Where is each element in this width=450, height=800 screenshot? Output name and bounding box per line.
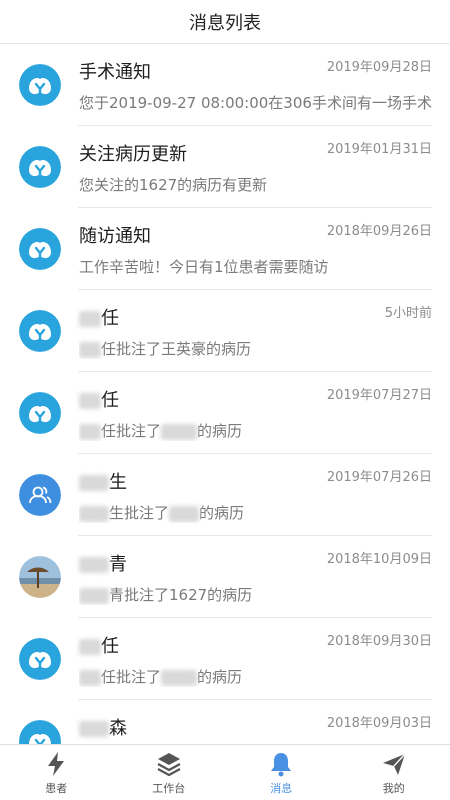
logo-icon (19, 392, 61, 434)
list-item[interactable]: 随访通知 2018年09月26日工作辛苦啦！今日有1位患者需要随访 (0, 208, 450, 290)
tab-bell[interactable]: 消息 (225, 745, 338, 800)
redacted-name (79, 505, 109, 522)
message-time: 2019年07月26日 (326, 470, 432, 485)
message-title-suffix: 森 (109, 718, 127, 739)
message-title: 任 (79, 386, 119, 412)
tab-layers[interactable]: 工作台 (113, 745, 226, 800)
message-title-text: 随访通知 (79, 226, 151, 247)
message-preview-text: 青批注了1627的病历 (109, 586, 253, 604)
message-title-suffix: 生 (109, 472, 127, 493)
message-preview-text: 工作辛苦啦！今日有1位患者需要随访 (79, 258, 329, 276)
redacted-name (79, 669, 101, 686)
top-bar: 消息列表 (0, 0, 450, 44)
redacted-patient (161, 669, 198, 686)
list-item[interactable]: 森 2018年09月03日 (0, 700, 450, 744)
message-preview-tail: 的病历 (197, 668, 243, 686)
message-preview: 生批注了 的病历 (79, 502, 244, 523)
list-item[interactable]: 生 2019年07月26日生批注了 的病历 (0, 454, 450, 536)
message-title: 任 (79, 304, 119, 330)
message-title-suffix: 青 (109, 554, 127, 575)
message-title: 任 (79, 632, 119, 658)
message-preview: 您于2019-09-27 08:00:00在306手术间有一场手术 (79, 92, 432, 113)
message-preview: 青批注了1627的病历 (79, 584, 252, 605)
message-title-text: 手术通知 (79, 62, 151, 83)
message-preview: 任批注了王英豪的病历 (79, 338, 251, 359)
list-item[interactable]: 手术通知 2019年09月28日您于2019-09-27 08:00:00在306… (0, 44, 450, 126)
logo-icon (19, 228, 61, 270)
message-title-suffix: 任 (101, 390, 119, 411)
message-preview-text: 任批注了王英豪的病历 (101, 340, 252, 358)
redacted-name (79, 639, 101, 655)
message-preview: 工作辛苦啦！今日有1位患者需要随访 (79, 256, 329, 277)
redacted-patient (161, 423, 198, 440)
bottom-tab-bar: 患者 工作台 消息 我的 (0, 744, 450, 800)
tab-send[interactable]: 我的 (338, 745, 450, 800)
message-list: 手术通知 2019年09月28日您于2019-09-27 08:00:00在306… (0, 44, 450, 744)
message-title: 生 (79, 468, 127, 494)
redacted-name (79, 587, 109, 604)
message-title-suffix: 任 (101, 636, 119, 657)
message-time: 2019年09月28日 (326, 60, 432, 75)
logo-icon (19, 310, 61, 352)
redacted-patient (169, 505, 200, 522)
logo-icon (19, 146, 61, 188)
person-icon (19, 474, 61, 516)
list-item[interactable]: 青 2018年10月09日青批注了1627的病历 (0, 536, 450, 618)
logo-icon (19, 64, 61, 106)
layers-icon (156, 750, 182, 778)
tab-label: 消息 (270, 781, 293, 795)
message-title: 森 (79, 714, 127, 740)
message-title: 随访通知 (79, 222, 151, 248)
send-icon (381, 750, 407, 778)
message-preview-text: 您关注的1627的病历有更新 (79, 176, 268, 194)
message-time: 2019年07月27日 (326, 388, 432, 403)
message-preview-text: 任批注了 (101, 668, 162, 686)
message-time: 5小时前 (384, 306, 432, 321)
redacted-name (79, 475, 109, 491)
redacted-name (79, 393, 101, 409)
message-time: 2019年01月31日 (326, 142, 432, 157)
redacted-name (79, 423, 101, 440)
page-title: 消息列表 (189, 12, 261, 34)
tab-label: 工作台 (152, 781, 186, 795)
photo-avatar (19, 556, 61, 598)
logo-icon (19, 638, 61, 680)
message-preview-tail: 的病历 (199, 504, 245, 522)
message-preview: 任批注了 的病历 (79, 666, 242, 687)
list-item[interactable]: 任 2019年07月27日任批注了 的病历 (0, 372, 450, 454)
bolt-icon (45, 750, 67, 778)
message-title: 关注病历更新 (79, 140, 187, 166)
message-time: 2018年09月26日 (326, 224, 432, 239)
message-title: 青 (79, 550, 127, 576)
message-title: 手术通知 (79, 58, 151, 84)
list-item[interactable]: 任 2018年09月30日任批注了 的病历 (0, 618, 450, 700)
message-title-suffix: 任 (101, 308, 119, 329)
logo-icon (19, 720, 61, 744)
message-time: 2018年10月09日 (326, 552, 432, 567)
message-preview-text: 任批注了 (101, 422, 162, 440)
redacted-name (79, 557, 109, 573)
message-preview-tail: 的病历 (197, 422, 243, 440)
redacted-name (79, 721, 109, 737)
redacted-name (79, 311, 101, 327)
message-preview: 任批注了 的病历 (79, 420, 242, 441)
list-item[interactable]: 任 5小时前任批注了王英豪的病历 (0, 290, 450, 372)
tab-label: 患者 (45, 781, 68, 795)
message-preview-text: 生批注了 (109, 504, 170, 522)
message-time: 2018年09月03日 (326, 716, 432, 731)
redacted-name (79, 341, 101, 358)
message-preview-text: 您于2019-09-27 08:00:00在306手术间有一场手术 (79, 94, 432, 112)
tab-label: 我的 (382, 781, 405, 795)
message-title-text: 关注病历更新 (79, 144, 187, 165)
message-time: 2018年09月30日 (326, 634, 432, 649)
list-item[interactable]: 关注病历更新 2019年01月31日您关注的1627的病历有更新 (0, 126, 450, 208)
bell-icon (269, 750, 293, 778)
tab-bolt[interactable]: 患者 (0, 745, 113, 800)
message-preview: 您关注的1627的病历有更新 (79, 174, 267, 195)
